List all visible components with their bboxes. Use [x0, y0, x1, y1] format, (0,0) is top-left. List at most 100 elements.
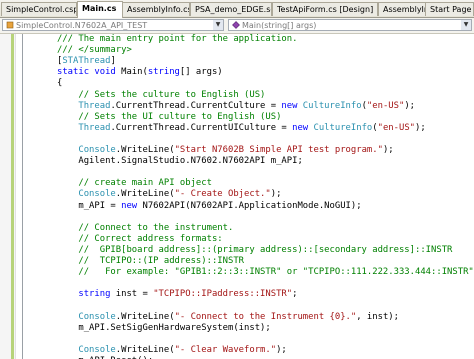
code-line[interactable]: Agilent.SignalStudio.N7602.N7602API m_AP… — [57, 156, 303, 167]
class-icon — [6, 21, 14, 29]
tab-start-page[interactable]: Start Page — [425, 2, 474, 16]
code-token: .WriteLine( — [115, 145, 175, 155]
code-token: Main( — [121, 67, 148, 78]
chevron-down-icon[interactable]: ▼ — [461, 20, 471, 30]
code-line[interactable]: Thread.CurrentThread.CurrentUICulture = … — [57, 122, 426, 134]
code-line[interactable]: // create main API object — [57, 178, 212, 189]
tab-simplecontrol-csproj[interactable]: SimpleControl.csproj — [1, 2, 77, 16]
code-token: .CurrentThread.CurrentCulture = — [110, 100, 282, 111]
code-token: // Correct address formats: — [57, 233, 223, 244]
code-line[interactable]: // For example: "GPIB1::2::3::INSTR" or … — [57, 267, 473, 278]
code-token: /// The main entry point for the applica… — [57, 34, 298, 44]
code-token: Thread — [78, 122, 111, 133]
code-token: Thread — [78, 100, 111, 111]
code-line[interactable]: Console.WriteLine("- Connect to the Inst… — [57, 312, 399, 323]
code-token: Console — [78, 145, 116, 155]
code-editor[interactable]: /// The main entry point for the applica… — [33, 34, 473, 359]
code-token: // GPIB[board address]::(primary address… — [57, 244, 453, 255]
code-line[interactable]: Console.WriteLine("- Create Object."); — [57, 189, 281, 200]
code-token: // TCPIPO::(IP address)::INSTR — [57, 256, 245, 266]
code-token: inst = — [115, 289, 154, 300]
code-token: .WriteLine( — [115, 189, 175, 200]
code-line[interactable]: string inst = "TCPIPO::IPaddress::INSTR"… — [57, 289, 297, 300]
code-token: "en-US" — [366, 100, 405, 111]
code-token: , inst); — [356, 311, 399, 322]
code-token: ); — [382, 145, 394, 155]
code-line[interactable]: // Sets the UI culture to English (US) — [57, 112, 281, 123]
chevron-down-icon[interactable]: ▼ — [213, 20, 223, 30]
code-token: ); — [404, 100, 416, 111]
code-line[interactable]: // GPIB[board address]::(primary address… — [57, 245, 452, 256]
code-token: new — [121, 200, 143, 211]
code-token: Agilent.SignalStudio.N7602.N7602API m_AP… — [57, 156, 303, 167]
code-token: m_API = — [57, 200, 122, 211]
code-token: /// </summary> — [57, 45, 132, 56]
code-token: "Start N7602B Simple API test program." — [174, 145, 383, 155]
code-token: "en-US" — [377, 122, 416, 133]
code-token: { — [57, 78, 63, 89]
class-combo-text: SimpleControl.N7602A_API_TEST — [16, 21, 148, 30]
code-token: // create main API object — [57, 178, 212, 189]
code-token: "- Clear Waveform." — [174, 344, 277, 355]
code-token: .WriteLine( — [115, 311, 175, 322]
code-line[interactable]: // TCPIPO::(IP address)::INSTR — [57, 256, 244, 267]
member-combo[interactable]: Main(string[] args) ▼ — [228, 19, 472, 31]
code-token: "TCPIPO::IPaddress::INSTR" — [153, 289, 293, 300]
tab-main-cs[interactable]: Main.cs — [77, 1, 123, 18]
code-line[interactable]: /// The main entry point for the applica… — [57, 34, 297, 45]
code-token: ); — [415, 122, 426, 133]
code-token: CultureInfo — [302, 100, 362, 111]
editor-gutter — [0, 34, 16, 359]
code-token: static void — [57, 67, 122, 78]
code-token: ); — [270, 189, 282, 200]
code-line[interactable]: [STAThread] — [57, 56, 116, 67]
document-tab-bar: SimpleControl.csprojMain.csAssemblyInfo.… — [0, 0, 474, 18]
outlining-line — [22, 34, 23, 359]
code-line[interactable]: static void Main(string[] args) — [57, 67, 223, 78]
code-token: Console — [78, 311, 116, 322]
tab-assemblyinfo-cs[interactable]: AssemblyInfo.cs — [378, 2, 426, 16]
code-line[interactable]: Thread.CurrentThread.CurrentCulture = ne… — [57, 101, 415, 112]
code-token: // Sets the UI culture to English (US) — [57, 111, 282, 122]
code-token: Console — [78, 344, 116, 355]
code-token: ; — [292, 289, 298, 300]
code-token: m_API.SetSigGenHardwareSystem(inst); — [57, 322, 271, 333]
class-combo[interactable]: SimpleControl.N7602A_API_TEST ▼ — [2, 19, 224, 31]
code-line[interactable]: { — [57, 78, 62, 89]
code-token: STAThread — [62, 56, 111, 67]
member-combo-text: Main(string[] args) — [242, 21, 317, 30]
code-line[interactable]: Console.WriteLine("Start N7602B Simple A… — [57, 145, 394, 156]
code-token: [] args) — [179, 67, 223, 78]
code-line[interactable]: // Correct address formats: — [57, 233, 223, 245]
code-token: ); — [276, 344, 287, 355]
code-token: // For example: "GPIB1::2::3::INSTR" or … — [57, 267, 473, 278]
code-line[interactable]: m_API.SetSigGenHardwareSystem(inst); — [57, 322, 271, 334]
tab-assemblyinfo-cs[interactable]: AssemblyInfo.cs — [122, 2, 190, 16]
tab-psa-demo-edge-scp[interactable]: PSA_demo_EDGE.scp — [190, 2, 272, 16]
code-token: ] — [110, 56, 116, 67]
method-icon — [232, 21, 240, 29]
code-line[interactable]: /// </summary> — [57, 45, 132, 56]
code-token: string — [147, 67, 180, 78]
code-token: // Connect to the instrument. — [57, 222, 234, 233]
tab-testapiform-cs-design[interactable]: TestApiForm.cs [Design] — [272, 2, 378, 16]
code-token: N7602API(N7602API.ApplicationMode.NoGUI)… — [142, 200, 362, 211]
navigation-bar: SimpleControl.N7602A_API_TEST ▼ Main(str… — [0, 18, 474, 34]
code-token: CultureInfo — [313, 122, 373, 133]
code-token: new — [292, 122, 314, 133]
code-line[interactable]: m_API = new N7602API(N7602API.Applicatio… — [57, 200, 362, 212]
change-tracking-bar — [11, 34, 14, 359]
code-line[interactable]: // Sets the culture to English (US) — [57, 90, 265, 101]
code-token: Console — [78, 189, 116, 200]
code-line[interactable]: // Connect to the instrument. — [57, 223, 233, 234]
code-token: "- Create Object." — [174, 189, 271, 200]
code-token: .WriteLine( — [115, 344, 175, 355]
code-line[interactable]: Console.WriteLine("- Clear Waveform."); — [57, 344, 287, 356]
